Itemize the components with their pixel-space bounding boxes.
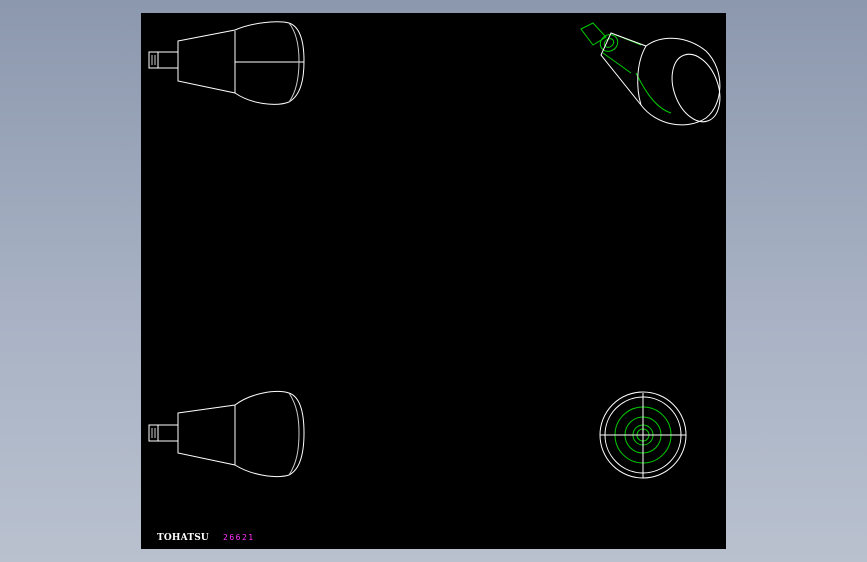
threaded-stud — [148, 424, 159, 442]
drawing-sheet: TOHATSU 26621 — [141, 13, 726, 549]
title-block-brand: TOHATSU — [157, 533, 209, 543]
stud-collar — [157, 424, 179, 442]
iso-stud — [580, 22, 607, 46]
title-block-code: 26621 — [223, 533, 255, 542]
isometric-view — [580, 22, 721, 126]
side-view-bottom — [148, 391, 305, 478]
end-view — [599, 391, 687, 479]
iso-knob-body — [600, 32, 721, 126]
iso-knob-end — [671, 53, 721, 123]
threaded-stud — [148, 51, 159, 69]
stud-collar — [157, 51, 179, 69]
side-view-top — [148, 21, 305, 105]
knob-body — [177, 21, 305, 105]
cad-drawing — [148, 21, 721, 479]
knob-body — [177, 391, 305, 478]
